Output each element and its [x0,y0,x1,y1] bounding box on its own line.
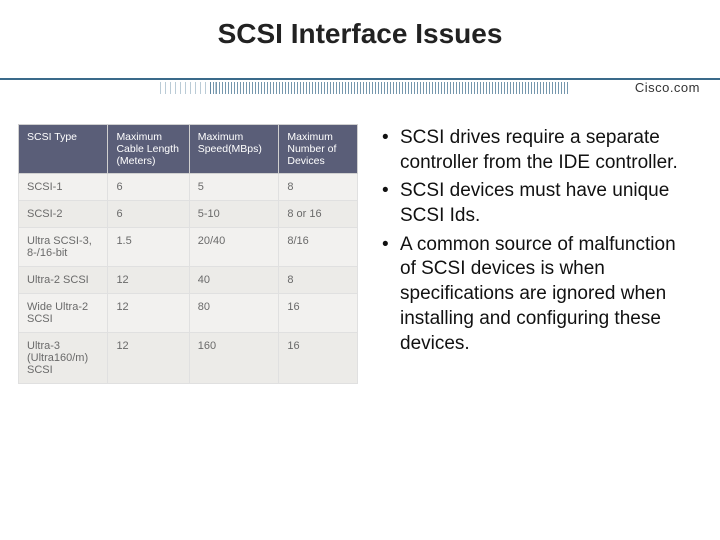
cell-devices: 8 [279,267,358,294]
divider-ticks [210,82,570,94]
cell-speed: 40 [189,267,279,294]
col-header-cable: Maximum Cable Length (Meters) [108,125,189,174]
col-header-devices: Maximum Number of Devices [279,125,358,174]
cell-cable: 6 [108,201,189,228]
bullet-item: SCSI drives require a separate controlle… [378,126,696,175]
table-body: SCSI-1 6 5 8 SCSI-2 6 5-10 8 or 16 Ultra… [19,174,358,384]
cell-type: Ultra SCSI-3, 8-/16-bit [19,228,108,267]
cell-devices: 16 [279,294,358,333]
page-title: SCSI Interface Issues [0,0,720,76]
cell-type: SCSI-1 [19,174,108,201]
scsi-table: SCSI Type Maximum Cable Length (Meters) … [18,124,358,384]
table-row: SCSI-1 6 5 8 [19,174,358,201]
cell-cable: 12 [108,294,189,333]
cell-cable: 12 [108,333,189,384]
brand-label: Cisco.com [635,80,700,95]
divider-band: Cisco.com [0,76,720,106]
table-header-row: SCSI Type Maximum Cable Length (Meters) … [19,125,358,174]
cell-speed: 80 [189,294,279,333]
divider-line [0,78,720,80]
table-row: Wide Ultra-2 SCSI 12 80 16 [19,294,358,333]
bullet-item: SCSI devices must have unique SCSI Ids. [378,179,696,228]
cell-devices: 16 [279,333,358,384]
cell-type: Ultra-2 SCSI [19,267,108,294]
table-row: SCSI-2 6 5-10 8 or 16 [19,201,358,228]
cell-devices: 8 or 16 [279,201,358,228]
cell-cable: 6 [108,174,189,201]
scsi-table-wrap: SCSI Type Maximum Cable Length (Meters) … [18,124,358,384]
cell-speed: 20/40 [189,228,279,267]
cell-type: Ultra-3 (Ultra160/m) SCSI [19,333,108,384]
col-header-type: SCSI Type [19,125,108,174]
col-header-speed: Maximum Speed(MBps) [189,125,279,174]
table-row: Ultra SCSI-3, 8-/16-bit 1.5 20/40 8/16 [19,228,358,267]
cell-speed: 5 [189,174,279,201]
table-row: Ultra-2 SCSI 12 40 8 [19,267,358,294]
cell-cable: 1.5 [108,228,189,267]
bullet-item: A common source of malfunction of SCSI d… [378,233,696,356]
cell-cable: 12 [108,267,189,294]
cell-type: SCSI-2 [19,201,108,228]
bullet-list: SCSI drives require a separate controlle… [378,124,702,384]
cell-devices: 8/16 [279,228,358,267]
cell-speed: 5-10 [189,201,279,228]
cell-devices: 8 [279,174,358,201]
table-row: Ultra-3 (Ultra160/m) SCSI 12 160 16 [19,333,358,384]
cell-type: Wide Ultra-2 SCSI [19,294,108,333]
cell-speed: 160 [189,333,279,384]
content-area: SCSI Type Maximum Cable Length (Meters) … [0,106,720,384]
